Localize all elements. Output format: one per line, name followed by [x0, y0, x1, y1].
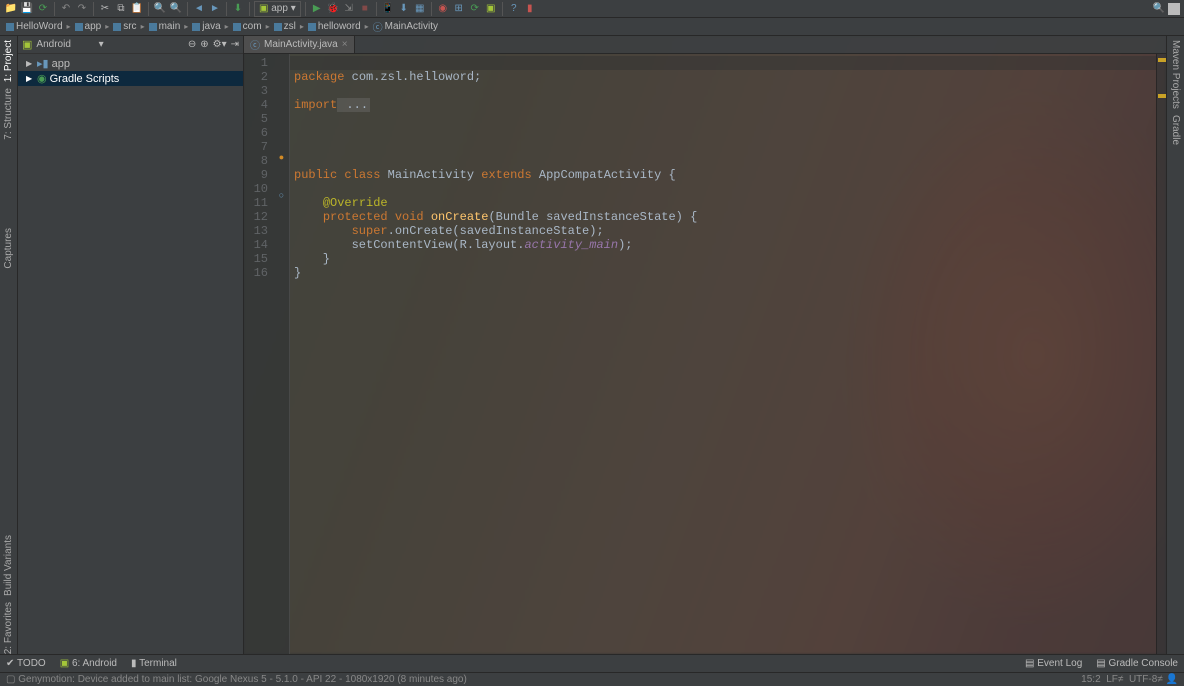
implements-gutter-icon[interactable]: ○: [274, 190, 289, 200]
redo-icon[interactable]: ↷: [75, 2, 89, 16]
left-tool-gutter: 1: Project 7: Structure Captures Build V…: [0, 36, 18, 654]
tab-mainactivity[interactable]: ⓒ MainActivity.java ×: [244, 36, 355, 53]
code-area[interactable]: package com.zsl.helloword; import ... pu…: [290, 54, 1156, 654]
maven-tool-button[interactable]: Maven Projects: [1170, 40, 1181, 109]
structure-icon[interactable]: ⊞: [452, 2, 466, 16]
tree-item-app[interactable]: ▶ ▸▮ app: [18, 56, 243, 71]
sync-gradle-icon[interactable]: ⟳: [468, 2, 482, 16]
cursor-position[interactable]: 15:2: [1081, 674, 1100, 685]
undo-icon[interactable]: ↶: [59, 2, 73, 16]
collapse-icon[interactable]: ⊖: [188, 39, 196, 50]
debug-icon[interactable]: 🐞: [326, 2, 340, 16]
tree-item-gradle-scripts[interactable]: ▶ ◉ Gradle Scripts: [18, 71, 243, 86]
line-numbers: 12345678910111213141516: [244, 54, 274, 654]
editor: ⓒ MainActivity.java × 123456789101112131…: [244, 36, 1166, 654]
line-separator[interactable]: LF≠: [1106, 674, 1123, 685]
project-view-combo[interactable]: Android ▾: [36, 39, 183, 50]
status-bar: ▢ Genymotion: Device added to main list:…: [0, 672, 1184, 686]
make-icon[interactable]: ⬇: [231, 2, 245, 16]
forward-icon[interactable]: ►: [208, 2, 222, 16]
sync-icon[interactable]: ⟳: [36, 2, 50, 16]
settings-icon[interactable]: [1168, 3, 1180, 15]
stop-icon[interactable]: ■: [358, 2, 372, 16]
hide-icon[interactable]: ⇥: [231, 39, 239, 50]
android-tool-button[interactable]: ▣ 6: Android: [60, 658, 117, 669]
status-message: Genymotion: Device added to main list: G…: [18, 674, 467, 685]
avd-icon[interactable]: 📱: [381, 2, 395, 16]
build-variants-button[interactable]: Build Variants: [3, 535, 14, 596]
genymotion-icon[interactable]: ◉: [436, 2, 450, 16]
bc-zsl[interactable]: zsl: [266, 21, 296, 32]
find-icon[interactable]: 🔍: [153, 2, 167, 16]
run-config-combo[interactable]: ▣ app ▾: [254, 1, 301, 17]
copy-icon[interactable]: ⧉: [114, 2, 128, 16]
android-icon[interactable]: ▣: [484, 2, 498, 16]
todo-tool-button[interactable]: ✔ TODO: [6, 658, 46, 669]
captures-tool-button[interactable]: Captures: [3, 228, 14, 269]
close-tab-icon[interactable]: ×: [342, 39, 348, 50]
replace-icon[interactable]: 🔍: [169, 2, 183, 16]
help-icon[interactable]: ?: [507, 2, 521, 16]
favorites-tool-button[interactable]: 2: Favorites: [3, 602, 14, 654]
bc-helloword[interactable]: HelloWord: [4, 21, 63, 32]
run-icon[interactable]: ▶: [310, 2, 324, 16]
bc-mainactivity[interactable]: ⓒMainActivity: [365, 19, 438, 34]
marker-bar[interactable]: [1156, 54, 1166, 654]
bc-com[interactable]: com: [225, 21, 262, 32]
bc-helloword2[interactable]: helloword: [300, 21, 361, 32]
eventlog-tool-button[interactable]: ▤ Event Log: [1025, 658, 1082, 669]
monitor-icon[interactable]: ▦: [413, 2, 427, 16]
bc-src[interactable]: src: [105, 21, 136, 32]
notifications-icon[interactable]: ▢: [6, 674, 15, 685]
java-class-icon: ⓒ: [250, 37, 260, 52]
file-encoding[interactable]: UTF-8≠: [1129, 674, 1163, 685]
sdk-icon[interactable]: ⬇: [397, 2, 411, 16]
bc-app[interactable]: app: [67, 21, 102, 32]
open-icon[interactable]: 📁: [4, 2, 18, 16]
search-everywhere-icon[interactable]: 🔍: [1152, 2, 1166, 16]
gutter-icons: ● ○: [274, 54, 290, 654]
right-tool-gutter: Maven Projects Gradle: [1166, 36, 1184, 654]
terminal-tool-button[interactable]: ▮ Terminal: [131, 658, 177, 669]
paste-icon[interactable]: 📋: [130, 2, 144, 16]
inspections-icon[interactable]: 👤: [1166, 674, 1178, 685]
attach-icon[interactable]: ⇲: [342, 2, 356, 16]
back-icon[interactable]: ◄: [192, 2, 206, 16]
structure-tool-button[interactable]: 7: Structure: [3, 88, 14, 140]
project-tool-button[interactable]: 1: Project: [3, 40, 14, 82]
project-panel: ▣ Android ▾ ⊖ ⊕ ⚙▾ ⇥ ▶ ▸▮ app ▶ ◉ Gradle…: [18, 36, 244, 654]
bc-main[interactable]: main: [141, 21, 181, 32]
cut-icon[interactable]: ✂: [98, 2, 112, 16]
android-view-icon: ▣: [22, 38, 32, 51]
bc-java[interactable]: java: [184, 21, 220, 32]
scroll-from-icon[interactable]: ⊕: [200, 39, 208, 50]
gear-icon[interactable]: ⚙▾: [213, 39, 227, 50]
bottom-tool-tabs: ✔ TODO ▣ 6: Android ▮ Terminal ▤ Event L…: [0, 654, 1184, 672]
geny-icon2[interactable]: ▮: [523, 2, 537, 16]
save-icon[interactable]: 💾: [20, 2, 34, 16]
override-gutter-icon[interactable]: ●: [274, 152, 289, 162]
gradle-tool-button[interactable]: Gradle: [1170, 115, 1181, 145]
project-tree[interactable]: ▶ ▸▮ app ▶ ◉ Gradle Scripts: [18, 54, 243, 654]
breadcrumb: HelloWord app src main java com zsl hell…: [0, 18, 1184, 36]
main-toolbar: 📁 💾 ⟳ ↶ ↷ ✂ ⧉ 📋 🔍 🔍 ◄ ► ⬇ ▣ app ▾ ▶ 🐞 ⇲ …: [0, 0, 1184, 18]
gradle-console-button[interactable]: ▤ Gradle Console: [1096, 658, 1178, 669]
